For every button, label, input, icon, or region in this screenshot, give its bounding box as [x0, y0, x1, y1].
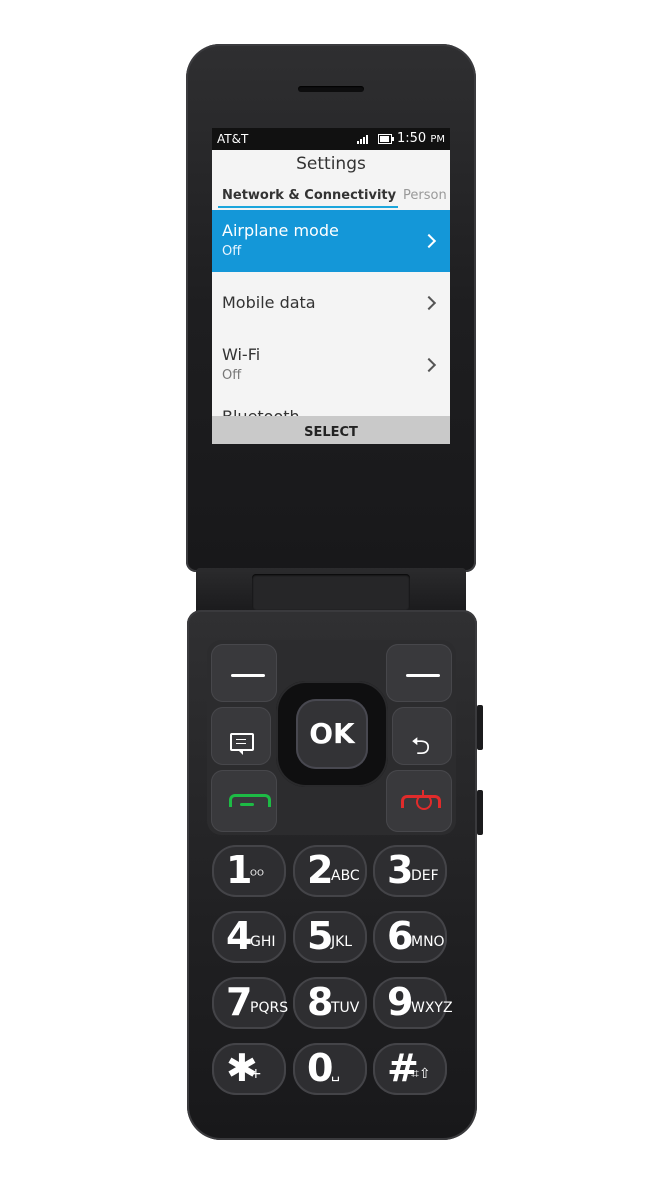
item-title: Wi-Fi [222, 345, 261, 364]
chevron-right-icon [421, 357, 437, 373]
tab-personalization[interactable]: Person [403, 186, 447, 206]
key-letters: TUV [331, 1000, 360, 1016]
key-5[interactable]: 5 JKL [293, 911, 367, 963]
key-1[interactable]: 1 ᴼᴼ [212, 845, 286, 897]
item-subtitle: Off [222, 244, 242, 259]
softkey-bar: SELECT [212, 416, 450, 444]
chevron-right-icon [421, 295, 437, 311]
left-softkey[interactable] [211, 644, 277, 702]
key-pound[interactable]: # ⌗⇧ [373, 1043, 447, 1095]
item-title: Mobile data [222, 293, 316, 312]
chevron-right-icon [421, 233, 437, 249]
input-mode-icon: ⌗⇧ [411, 1066, 431, 1082]
key-digit: 8 [307, 980, 334, 1024]
key-digit: 1 [226, 848, 253, 892]
battery-icon [378, 134, 392, 144]
key-8[interactable]: 8 TUV [293, 977, 367, 1029]
list-item-airplane-mode[interactable]: Airplane mode Off [212, 210, 450, 272]
settings-list: Airplane mode Off Mobile data Wi-Fi Off … [212, 210, 450, 426]
tab-network-connectivity[interactable]: Network & Connectivity [218, 186, 398, 208]
key-2[interactable]: 2 ABC [293, 845, 367, 897]
call-button[interactable] [211, 770, 277, 832]
carrier-name: AT&T [217, 132, 249, 146]
settings-tabs[interactable]: Network & Connectivity Person [212, 186, 450, 210]
key-digit: 3 [387, 848, 414, 892]
key-digit: 7 [226, 980, 253, 1024]
key-letters: ABC [331, 868, 360, 884]
call-dash-icon [240, 803, 254, 806]
key-letters: GHI [250, 934, 276, 950]
key-3[interactable]: 3 DEF [373, 845, 447, 897]
end-call-power-button[interactable] [386, 770, 452, 832]
key-letters: PQRS [250, 1000, 289, 1016]
right-softkey-dash-icon [406, 674, 440, 677]
signal-strength-icon [357, 134, 373, 144]
key-digit: 2 [307, 848, 334, 892]
left-softkey-dash-icon [231, 674, 265, 677]
item-title: Airplane mode [222, 221, 339, 240]
key-9[interactable]: 9 WXYZ [373, 977, 453, 1029]
key-digit: 6 [387, 914, 414, 958]
space-icon: ␣ [331, 1066, 340, 1082]
status-bar: AT&T 1:50 PM [212, 128, 450, 150]
key-letters: DEF [411, 868, 439, 884]
item-subtitle: Off [222, 368, 242, 383]
key-6[interactable]: 6 MNO [373, 911, 447, 963]
key-star[interactable]: ✱ + [212, 1043, 286, 1095]
key-7[interactable]: 7 PQRS [212, 977, 289, 1029]
battery-tip [392, 137, 394, 141]
plus-icon: + [250, 1066, 262, 1082]
ok-button[interactable]: OK [296, 699, 368, 769]
earpiece-speaker [298, 86, 364, 92]
phone-screen: AT&T 1:50 PM Settings Network & Connecti… [212, 128, 450, 444]
right-softkey[interactable] [386, 644, 452, 702]
key-letters: WXYZ [411, 1000, 453, 1016]
key-letters: JKL [331, 934, 353, 950]
messages-button[interactable] [211, 707, 271, 765]
key-0[interactable]: 0 ␣ [293, 1043, 367, 1095]
power-icon [416, 790, 432, 810]
key-digit: 5 [307, 914, 334, 958]
back-arrow-icon: ⮌ [411, 732, 431, 760]
clock: 1:50 PM [397, 131, 446, 146]
phone-hinge [196, 568, 466, 616]
key-digit: 4 [226, 914, 253, 958]
page-title: Settings [296, 154, 366, 174]
key-4[interactable]: 4 GHI [212, 911, 286, 963]
list-item-mobile-data[interactable]: Mobile data [212, 272, 450, 334]
volume-button[interactable] [477, 705, 483, 750]
voicemail-icon: ᴼᴼ [250, 868, 264, 884]
list-item-wifi[interactable]: Wi-Fi Off [212, 334, 450, 396]
message-icon [230, 733, 254, 755]
key-letters: MNO [411, 934, 445, 950]
back-button[interactable]: ⮌ [392, 707, 452, 765]
key-digit: 0 [307, 1046, 334, 1090]
key-digit: 9 [387, 980, 414, 1024]
select-softkey-label[interactable]: SELECT [304, 425, 358, 440]
side-button[interactable] [477, 790, 483, 835]
